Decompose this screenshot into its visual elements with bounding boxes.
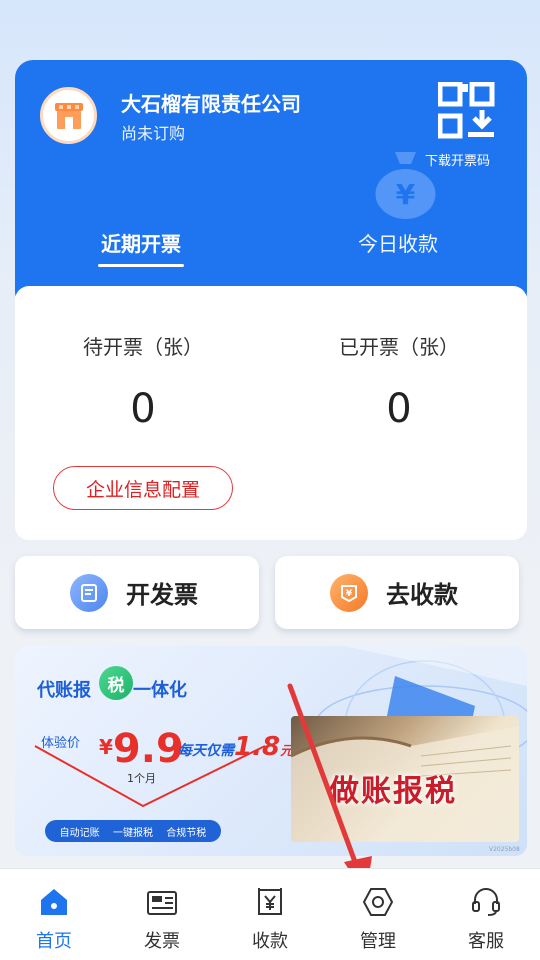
issued-invoices-count[interactable]: 0 xyxy=(299,386,499,432)
collect-payment-button[interactable]: ¥ 去收款 xyxy=(275,556,519,629)
download-qr-label[interactable]: 下载开票码 xyxy=(425,150,490,169)
settings-hexagon-icon xyxy=(361,885,395,919)
feature-tag: 自动记账 xyxy=(59,827,100,839)
tab-label: 近期开票 xyxy=(101,232,181,256)
company-info-config-button[interactable]: 企业信息配置 xyxy=(53,466,233,510)
accounting-promo-banner[interactable]: 代账报 一体化 税 体验价 ¥9.9 1个月 每天仅需1.8元 自动记账 一键报税… xyxy=(15,646,527,856)
tabbar-item-invoice[interactable]: 发票 xyxy=(108,869,216,960)
headset-icon xyxy=(469,885,503,919)
tab-today-collections[interactable]: 今日收款 xyxy=(358,228,438,257)
feature-tags: 自动记账 一键报税 合规节税 xyxy=(45,820,221,842)
banner-title-left: 代账报 xyxy=(37,680,91,701)
tax-badge: 税 xyxy=(99,666,133,700)
daily-price-value: 1.8 xyxy=(234,732,281,762)
svg-text:¥: ¥ xyxy=(396,178,416,211)
issued-invoices-label: 已开票（张） xyxy=(339,335,459,359)
invoice-icon xyxy=(145,885,179,919)
active-tab-indicator xyxy=(98,264,184,267)
subscription-status: 尚未订购 xyxy=(121,124,186,143)
store-avatar-icon xyxy=(40,87,97,144)
tabbar-label: 收款 xyxy=(252,931,288,952)
issue-invoice-label: 开发票 xyxy=(126,581,198,609)
tabbar-label: 客服 xyxy=(468,931,504,952)
feature-tag: 合规节税 xyxy=(166,827,207,839)
download-qr-button[interactable] xyxy=(437,81,496,140)
tabbar-item-support[interactable]: 客服 xyxy=(432,869,540,960)
invoice-stats-card: 待开票（张） 0 已开票（张） 0 企业信息配置 xyxy=(15,286,527,540)
tabbar-label: 发票 xyxy=(144,931,180,952)
tabbar-label: 管理 xyxy=(360,931,396,952)
qr-code-icon xyxy=(437,81,495,139)
receipt-icon xyxy=(253,885,287,919)
tab-recent-invoices[interactable]: 近期开票 xyxy=(98,228,184,267)
ledger-book-image: 做账报税 xyxy=(291,716,519,842)
book-text: 做账报税 xyxy=(329,774,457,809)
price-period: 1个月 xyxy=(127,772,156,785)
payment-yen-icon: ¥ xyxy=(330,573,368,612)
pending-invoices-label: 待开票（张） xyxy=(83,335,203,359)
tabbar-label: 首页 xyxy=(36,931,72,952)
tabbar-item-manage[interactable]: 管理 xyxy=(324,869,432,960)
bottom-tab-bar: 首页 发票 收款 管理 客服 xyxy=(0,868,540,960)
svg-text:¥: ¥ xyxy=(346,589,353,599)
trial-price: ¥9.9 xyxy=(99,726,184,772)
invoice-doc-icon xyxy=(70,573,108,612)
company-name: 大石榴有限责任公司 xyxy=(121,92,301,116)
daily-price: 每天仅需1.8元 xyxy=(178,732,293,762)
banner-title-right: 一体化 xyxy=(133,680,187,701)
home-icon xyxy=(37,885,71,919)
trial-price-label: 体验价 xyxy=(41,736,81,751)
collect-payment-label: 去收款 xyxy=(386,581,458,609)
tabbar-item-collect[interactable]: 收款 xyxy=(216,869,324,960)
banner-version: V2025b08 xyxy=(489,846,520,853)
currency-symbol: ¥ xyxy=(99,735,113,759)
pending-invoices-count[interactable]: 0 xyxy=(43,386,243,432)
issue-invoice-button[interactable]: 开发票 xyxy=(15,556,259,629)
tab-label: 今日收款 xyxy=(358,232,438,256)
company-header-card: 大石榴有限责任公司 尚未订购 ¥ 下载开票码 近期开票 今日收款 xyxy=(15,60,527,310)
feature-tag: 一键报税 xyxy=(112,827,153,839)
tabbar-item-home[interactable]: 首页 xyxy=(0,869,108,960)
daily-price-text: 每天仅需 xyxy=(178,743,234,759)
price-value: 9.9 xyxy=(112,726,184,772)
